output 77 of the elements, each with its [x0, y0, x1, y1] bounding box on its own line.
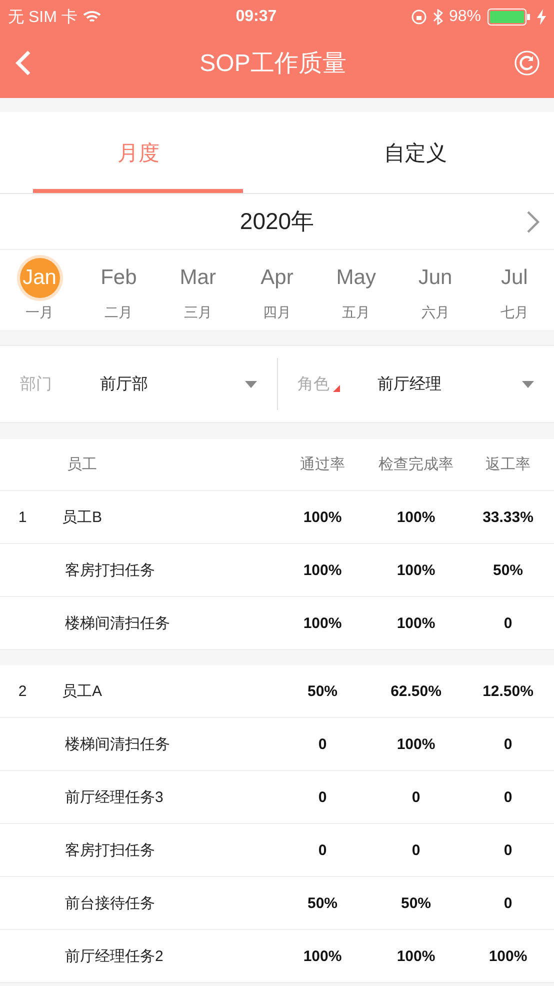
- column-header: 员工: [66, 455, 98, 474]
- table-cell-text: 0: [317, 842, 328, 858]
- carrier-label: 无 SIM 卡: [8, 8, 78, 28]
- table-cell-text: 100%: [488, 948, 528, 964]
- table-cell-text: 0: [317, 788, 328, 806]
- charging-icon: [536, 9, 546, 25]
- filter-value[interactable]: 前厅经理: [378, 374, 522, 394]
- column-header: 检查完成率: [378, 455, 454, 474]
- month-chinese-label: 七月: [500, 304, 528, 322]
- month-chinese-label: 三月: [184, 304, 212, 322]
- employee-name: 员工B: [61, 508, 104, 526]
- employee-name: 员工A: [61, 682, 104, 700]
- month-chinese-label: 四月: [262, 304, 291, 322]
- month-chinese-label: 二月: [104, 304, 133, 322]
- month-button[interactable]: Jul: [500, 258, 528, 298]
- filter-value[interactable]: 前厅部: [100, 374, 244, 394]
- table-cell-text: 0: [317, 736, 328, 752]
- rotation-lock-icon: [410, 9, 427, 25]
- table-cell-text: 100%: [302, 508, 343, 526]
- table-cell-text: 62.50%: [390, 682, 442, 700]
- task-name: 前厅经理任务2: [64, 946, 164, 966]
- table-cell-text: 0: [502, 894, 514, 912]
- table-cell-text: 0: [502, 614, 514, 632]
- dropdown-caret-icon[interactable]: [522, 380, 534, 388]
- table-cell-text: 0: [502, 736, 514, 752]
- table-cell-text: 100%: [302, 614, 343, 632]
- task-name: 前台接待任务: [64, 894, 156, 912]
- table-cell-text: 0: [410, 842, 422, 858]
- filter-label: 角色: [298, 374, 330, 394]
- month-chinese-label: 六月: [421, 304, 450, 322]
- tab[interactable]: 自定义: [277, 112, 554, 193]
- year-label: 2020年: [240, 207, 314, 236]
- task-name: 楼梯间清扫任务: [64, 734, 171, 754]
- month-button[interactable]: May: [336, 258, 376, 298]
- battery-percent: 98%: [448, 8, 481, 26]
- table-cell-text: 100%: [396, 948, 436, 964]
- column-header: 通过率: [299, 455, 346, 474]
- page-title: SOP工作质量: [200, 49, 346, 79]
- table-cell-text: 0: [502, 842, 514, 858]
- month-button[interactable]: Jun: [418, 258, 452, 298]
- clock-time: 09:37: [236, 8, 277, 26]
- table-cell-text: 100%: [396, 562, 436, 578]
- table-cell-text: 100%: [396, 508, 436, 526]
- table-cell-text: 100%: [396, 614, 436, 632]
- dropdown-caret-icon[interactable]: [244, 380, 256, 388]
- task-name: 楼梯间清扫任务: [64, 614, 171, 632]
- task-name: 前厅经理任务3: [64, 788, 164, 806]
- table-cell-text: 0: [502, 788, 514, 806]
- table-cell-text: 12.50%: [482, 682, 534, 700]
- battery-icon: [486, 8, 531, 26]
- table-cell-text: 0: [410, 788, 422, 806]
- month-chinese-label: 一月: [26, 304, 54, 322]
- table-cell-text: 100%: [302, 562, 343, 578]
- month-button[interactable]: Mar: [180, 258, 216, 298]
- table-cell-text: 50%: [306, 894, 339, 912]
- task-name: 客房打扫任务: [64, 840, 156, 860]
- filter-label: 部门: [20, 374, 52, 394]
- table-cell-text: 50%: [306, 682, 339, 700]
- table-cell-text: 50%: [400, 894, 432, 912]
- table-cell-text: 100%: [302, 948, 343, 964]
- month-chinese-label: 五月: [342, 304, 370, 322]
- row-index: 1: [17, 508, 28, 526]
- table-cell-text: 50%: [492, 562, 524, 578]
- column-header: 返工率: [484, 455, 532, 474]
- month-button[interactable]: Feb: [100, 258, 137, 298]
- refresh-icon[interactable]: [514, 50, 540, 76]
- table-cell-text: 33.33%: [482, 508, 534, 526]
- task-name: 客房打扫任务: [64, 560, 156, 580]
- table-cell-text: 100%: [396, 736, 436, 752]
- back-icon[interactable]: [14, 50, 32, 76]
- required-mark-icon: [332, 384, 340, 392]
- wifi-icon: [83, 10, 102, 24]
- tab[interactable]: 月度: [0, 112, 277, 193]
- chevron-right-icon[interactable]: [526, 210, 540, 234]
- row-index: 2: [17, 682, 28, 700]
- bluetooth-icon: [432, 9, 443, 25]
- month-button[interactable]: Apr: [260, 258, 294, 298]
